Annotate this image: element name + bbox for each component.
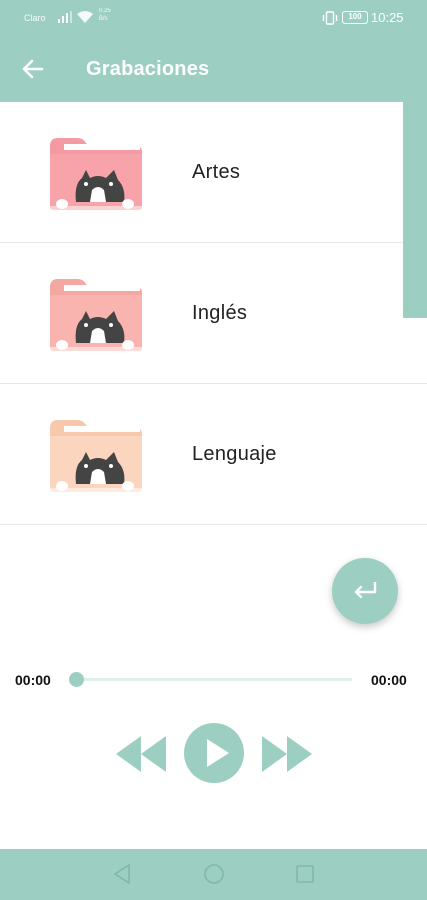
return-arrow-icon [354,582,377,599]
folder-item-ingles[interactable]: Inglés [0,243,427,384]
folder-list: Artes Inglés Lenguaje [0,102,427,525]
rewind-icon[interactable] [114,734,168,774]
nav-recent-icon[interactable] [295,863,315,885]
fast-forward-icon[interactable] [260,734,314,774]
folder-item-lenguaje[interactable]: Lenguaje [0,384,427,525]
signal-icon [58,11,72,23]
network-speed-unit: B/s [99,16,108,22]
network-speed-value: 0.25 [99,8,111,14]
app-bar: Grabaciones [0,36,427,102]
seek-bar[interactable] [76,678,352,681]
folder-label: Lenguaje [192,443,277,465]
system-nav-bar [0,849,427,900]
arrow-left-icon[interactable] [20,56,46,82]
page-title: Grabaciones [86,58,210,80]
status-bar: Claro 0.25 B/s 100 10:25 [0,0,427,36]
network-speed: 0.25 B/s [99,7,111,23]
cat-folder-icon [50,138,142,210]
play-icon[interactable] [184,723,244,783]
vibrate-icon [322,11,338,25]
folder-item-artes[interactable]: Artes [0,102,427,243]
current-time: 00:00 [15,672,51,688]
scrollbar-thumb[interactable] [403,102,427,318]
seek-thumb[interactable] [69,672,84,687]
total-time: 00:00 [371,672,407,688]
folder-label: Inglés [192,302,248,324]
battery-icon: 100 [342,11,368,24]
clock: 10:25 [371,10,404,25]
carrier-label: Claro [24,13,46,23]
cat-folder-icon [50,279,142,351]
return-button[interactable] [332,558,398,624]
wifi-icon [77,11,93,23]
nav-back-icon[interactable] [112,863,132,885]
cat-folder-icon [50,420,142,492]
folder-label: Artes [192,161,241,183]
nav-home-icon[interactable] [203,863,225,885]
